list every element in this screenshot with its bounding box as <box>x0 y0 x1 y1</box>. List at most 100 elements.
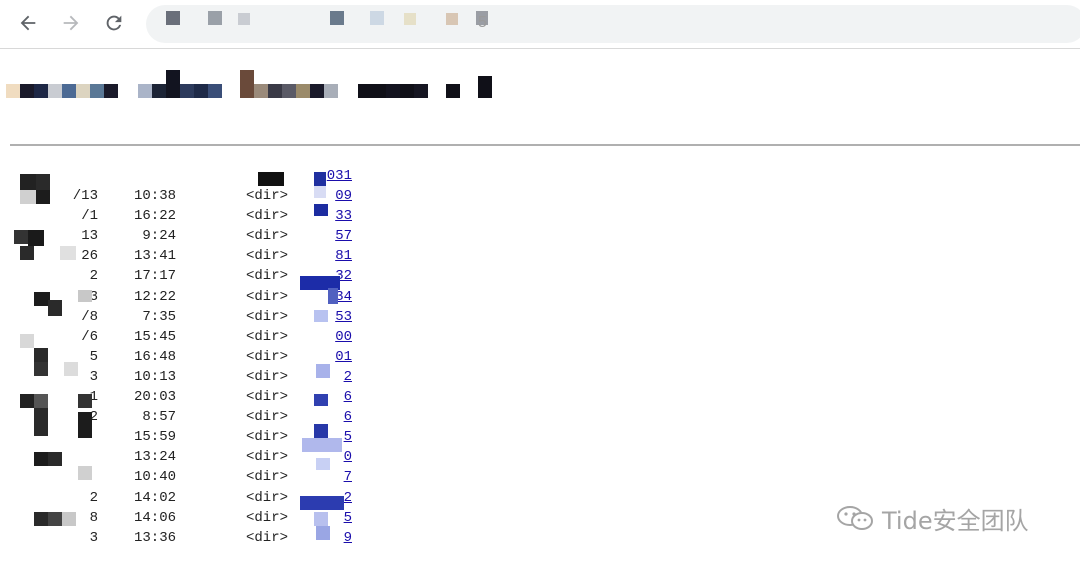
entry-time: 16:48 <box>133 348 176 365</box>
pixelation-block <box>20 334 34 348</box>
entry-date: /6 <box>81 328 98 345</box>
entry-link[interactable]: 031 <box>300 166 352 186</box>
pixelation-block <box>78 466 92 480</box>
list-item: /13 10:38 <dir> 09 <box>0 186 400 206</box>
pixelation-block <box>314 186 326 198</box>
entry-time: 10:13 <box>133 368 176 385</box>
browser-toolbar: 5 <box>0 0 1080 48</box>
pixelation-block <box>34 408 48 436</box>
entry-link[interactable]: 00 <box>300 327 352 347</box>
address-bar[interactable]: 5 <box>146 5 1080 43</box>
pixelation-block <box>314 172 326 186</box>
entry-type: <dir> <box>246 248 289 265</box>
entry-date: 2 <box>89 268 98 285</box>
pixelation-block <box>36 174 50 190</box>
entry-link[interactable]: 57 <box>300 226 352 246</box>
entry-date: /13 <box>72 188 98 205</box>
pixelation-block <box>20 394 34 408</box>
wechat-icon <box>837 506 873 530</box>
pixelation-block <box>60 246 76 260</box>
list-item: 031 <box>0 166 400 186</box>
entry-link[interactable]: 81 <box>300 246 352 266</box>
entry-time: 15:45 <box>133 328 176 345</box>
pixelation-block <box>316 458 330 470</box>
watermark: Tide安全团队 <box>836 502 1029 535</box>
list-item: /6 15:45 <dir> 00 <box>0 327 400 347</box>
pixelation-block <box>34 452 48 466</box>
entry-time: 15:59 <box>133 429 176 446</box>
list-item: 3 13:36 <dir> 9 <box>0 528 400 548</box>
arrow-left-icon <box>20 15 36 31</box>
entry-type: <dir> <box>246 429 289 446</box>
pixelation-block <box>300 496 344 510</box>
entry-type: <dir> <box>246 509 289 526</box>
entry-link[interactable]: 7 <box>300 467 352 487</box>
pixelation-block <box>14 230 28 244</box>
list-item: 10:40 <dir> 7 <box>0 467 400 487</box>
entry-date: 3 <box>89 368 98 385</box>
pixelation-block <box>78 394 92 408</box>
list-item: 2 8:57 <dir> 6 <box>0 407 400 427</box>
pixelation-block <box>28 230 44 246</box>
list-item: 3 10:13 <dir> 2 <box>0 367 400 387</box>
page-heading <box>4 68 504 102</box>
address-text: 5 <box>478 14 487 31</box>
pixelation-block <box>78 412 92 438</box>
pixelation-block <box>258 172 284 186</box>
entry-type: <dir> <box>246 389 289 406</box>
entry-date: 8 <box>89 509 98 526</box>
entry-time: 20:03 <box>133 389 176 406</box>
entry-time: 7:35 <box>142 308 176 325</box>
entry-date: 3 <box>89 529 98 546</box>
entry-type: <dir> <box>246 228 289 245</box>
entry-type: <dir> <box>246 308 289 325</box>
back-button[interactable] <box>13 8 43 38</box>
entry-type: <dir> <box>246 529 289 546</box>
list-item: 2 17:17 <dir> 32 <box>0 266 400 286</box>
pixelation-block <box>62 512 76 526</box>
pixelation-block <box>20 246 34 260</box>
list-item: 13 9:24 <dir> 57 <box>0 226 400 246</box>
entry-type: <dir> <box>246 188 289 205</box>
entry-type: <dir> <box>246 348 289 365</box>
entry-type: <dir> <box>246 268 289 285</box>
pixelation-block <box>302 438 342 452</box>
entry-time: 17:17 <box>133 268 176 285</box>
arrow-right-icon <box>63 15 79 31</box>
entry-date: 26 <box>81 248 98 265</box>
directory-listing: 031/13 10:38 <dir> 09/1 16:22 <dir> 33 13 9:24 <d… <box>0 166 400 548</box>
entry-type: <dir> <box>246 328 289 345</box>
toolbar-divider <box>0 48 1080 49</box>
entry-time: 13:41 <box>133 248 176 265</box>
entry-time: 9:24 <box>142 228 176 245</box>
pixelation-block <box>64 362 78 376</box>
watermark-text: Tide安全团队 <box>882 506 1029 535</box>
pixelation-block <box>34 394 48 408</box>
reload-icon <box>106 15 122 31</box>
entry-date: 2 <box>89 489 98 506</box>
entry-time: 8:57 <box>142 409 176 426</box>
forward-button[interactable] <box>56 8 86 38</box>
pixelation-block <box>34 362 48 376</box>
entry-time: 10:38 <box>133 188 176 205</box>
pixelation-block <box>316 364 330 378</box>
pixelation-block <box>316 526 330 540</box>
pixelation-block <box>328 288 338 304</box>
entry-date: /1 <box>81 208 98 225</box>
pixelation-block <box>48 300 62 316</box>
reload-button[interactable] <box>99 8 129 38</box>
entry-date: 5 <box>89 348 98 365</box>
list-item: 5 16:48 <dir> 01 <box>0 347 400 367</box>
list-item: 1 20:03 <dir> 6 <box>0 387 400 407</box>
entry-date: /8 <box>81 308 98 325</box>
entry-type: <dir> <box>246 449 289 466</box>
entry-type: <dir> <box>246 469 289 486</box>
pixelation-block <box>314 424 328 438</box>
pixelation-block <box>36 190 50 204</box>
entry-time: 14:06 <box>133 509 176 526</box>
pixelation-block <box>20 190 36 204</box>
entry-time: 14:02 <box>133 489 176 506</box>
pixelation-block <box>20 174 36 190</box>
entry-type: <dir> <box>246 489 289 506</box>
pixelation-block <box>314 512 328 526</box>
